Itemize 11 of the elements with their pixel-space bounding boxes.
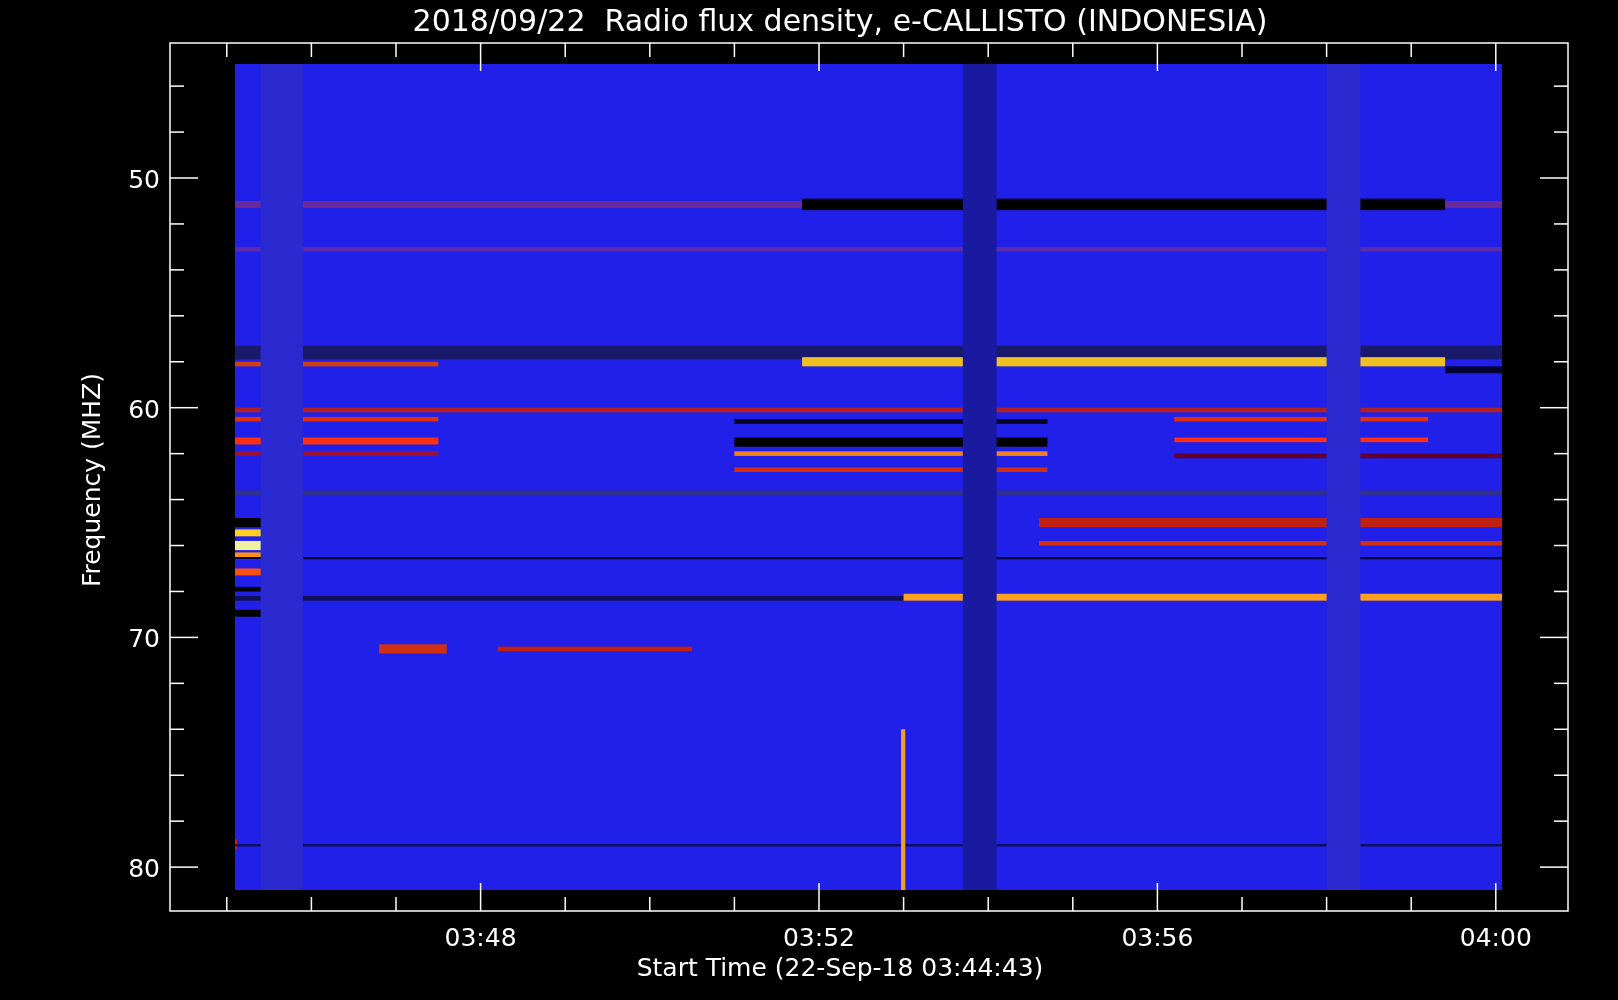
x-tick-label: 04:00	[1459, 923, 1532, 952]
x-tick-label: 03:48	[444, 923, 517, 952]
y-tick-label: 60	[128, 394, 160, 424]
y-tick-label: 70	[128, 624, 160, 654]
x-axis-label: Start Time (22-Sep-18 03:44:43)	[636, 953, 1044, 982]
y-tick-label: 80	[128, 854, 160, 884]
y-axis-label: Frequency (MHZ)	[77, 372, 106, 588]
x-tick-label: 03:56	[1121, 923, 1194, 952]
x-tick-label: 03:52	[783, 923, 855, 952]
y-tick-label: 50	[128, 165, 160, 194]
chart-title: 2018/09/22 Radio flux density, e-CALLISTO (INDONESIA)	[412, 3, 1268, 38]
